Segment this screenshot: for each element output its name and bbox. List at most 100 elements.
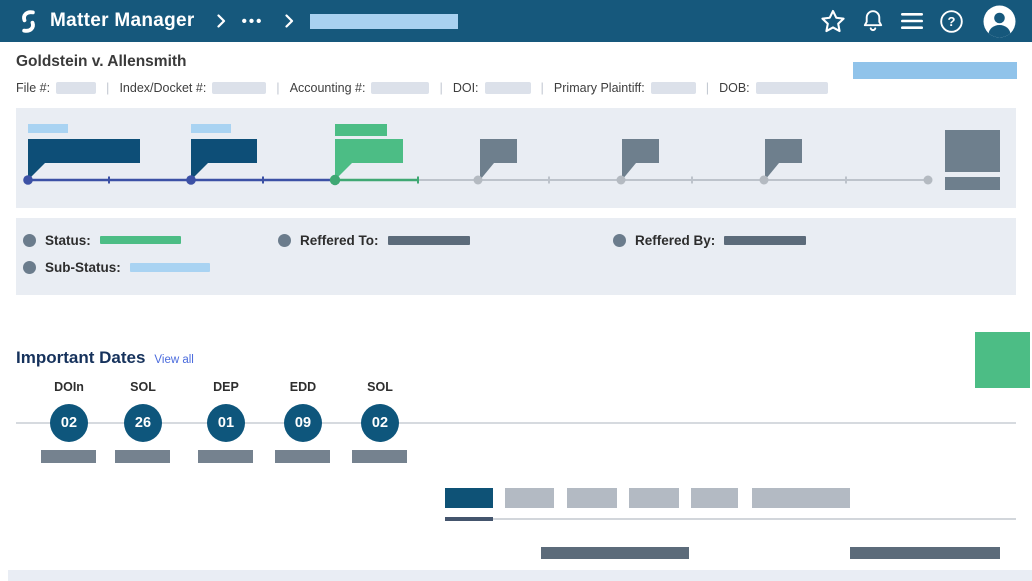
field-separator: | bbox=[541, 80, 544, 95]
field-label-dob: DOB: bbox=[719, 81, 750, 95]
matter-timeline-panel bbox=[16, 108, 1016, 208]
field-separator: | bbox=[439, 80, 442, 95]
timeline-flag-current[interactable] bbox=[335, 124, 403, 180]
breadcrumb-chevron-icon bbox=[217, 14, 226, 28]
legend-value-placeholder bbox=[130, 263, 210, 272]
date-type-label: SOL bbox=[105, 380, 181, 394]
date-type-label: EDD bbox=[265, 380, 341, 394]
breadcrumb-chevron-icon bbox=[285, 14, 294, 28]
date-day-number: 01 bbox=[218, 415, 234, 431]
legend-label: Sub-Status: bbox=[45, 260, 121, 275]
timeline-flag-upcoming-3[interactable] bbox=[765, 139, 802, 180]
view-all-link[interactable]: View all bbox=[154, 354, 193, 366]
field-value-placeholder bbox=[651, 82, 696, 94]
date-day-badge[interactable]: 26 bbox=[124, 404, 162, 442]
field-label-index-docket: Index/Docket #: bbox=[119, 81, 206, 95]
help-icon[interactable]: ? bbox=[939, 9, 964, 34]
timeline-flag-completed-2[interactable] bbox=[191, 124, 257, 180]
user-avatar-icon[interactable] bbox=[983, 5, 1016, 38]
legend-value-placeholder bbox=[388, 236, 470, 245]
timeline-graphic bbox=[16, 108, 1016, 208]
date-detail-placeholder bbox=[41, 450, 96, 463]
timeline-end-marker[interactable] bbox=[945, 130, 1000, 190]
field-value-placeholder bbox=[56, 82, 96, 94]
date-day-badge[interactable]: 09 bbox=[284, 404, 322, 442]
legend-label: Reffered By: bbox=[635, 233, 715, 248]
matter-manager-app: Matter Manager ••• bbox=[0, 0, 1032, 581]
legend-item-reffered-to: Reffered To: bbox=[278, 232, 470, 248]
timeline-node bbox=[23, 175, 33, 185]
field-value-placeholder bbox=[371, 82, 429, 94]
bottom-panel-edge bbox=[8, 570, 1032, 581]
timeline-node bbox=[617, 176, 626, 185]
date-day-badge[interactable]: 01 bbox=[207, 404, 245, 442]
date-day-number: 02 bbox=[61, 415, 77, 431]
timeline-legend-panel: Status: Reffered To: Reffered By: Sub-St… bbox=[16, 218, 1016, 295]
tab[interactable] bbox=[691, 488, 738, 508]
field-separator: | bbox=[706, 80, 709, 95]
field-separator: | bbox=[276, 80, 279, 95]
timeline-node bbox=[330, 175, 340, 185]
top-nav-actions: ? bbox=[820, 5, 1016, 38]
tab[interactable] bbox=[505, 488, 554, 508]
menu-hamburger-icon[interactable] bbox=[900, 11, 924, 31]
field-label-file: File #: bbox=[16, 81, 50, 95]
field-label-doi: DOI: bbox=[453, 81, 479, 95]
timeline-flag-upcoming-2[interactable] bbox=[622, 139, 659, 180]
timeline-node bbox=[924, 176, 933, 185]
timeline-flag-completed-1[interactable] bbox=[28, 124, 140, 180]
legend-item-reffered-by: Reffered By: bbox=[613, 232, 806, 248]
important-dates-title: Important Dates bbox=[16, 348, 145, 368]
date-item: SOL 02 bbox=[342, 380, 418, 466]
field-label-accounting: Accounting #: bbox=[290, 81, 366, 95]
timeline-node bbox=[760, 176, 769, 185]
date-type-label: SOL bbox=[342, 380, 418, 394]
breadcrumb-current-placeholder[interactable] bbox=[310, 14, 458, 29]
content-text-placeholder bbox=[850, 547, 1000, 559]
date-detail-placeholder bbox=[352, 450, 407, 463]
field-value-placeholder bbox=[756, 82, 828, 94]
matter-title: Goldstein v. Allensmith bbox=[16, 53, 187, 71]
date-detail-placeholder bbox=[275, 450, 330, 463]
content-text-placeholder bbox=[541, 547, 689, 559]
legend-value-placeholder bbox=[724, 236, 806, 245]
top-nav-bar: Matter Manager ••• bbox=[0, 0, 1032, 42]
tabs-underline bbox=[445, 518, 1016, 520]
tab-active[interactable] bbox=[445, 488, 493, 508]
tab[interactable] bbox=[567, 488, 617, 508]
important-dates-strip: DOIn 02 SOL 26 DEP 01 EDD 09 bbox=[16, 380, 1016, 466]
tab[interactable] bbox=[752, 488, 850, 508]
matter-fields-row: File #: | Index/Docket #: | Accounting #… bbox=[16, 80, 838, 95]
tab[interactable] bbox=[629, 488, 679, 508]
date-item: DOIn 02 bbox=[31, 380, 107, 466]
date-item: SOL 26 bbox=[105, 380, 181, 466]
app-logo[interactable]: Matter Manager bbox=[16, 9, 195, 34]
date-item: EDD 09 bbox=[265, 380, 341, 466]
date-day-number: 26 bbox=[135, 415, 151, 431]
legend-bullet-icon bbox=[278, 234, 291, 247]
notifications-bell-icon[interactable] bbox=[861, 8, 885, 34]
app-title: Matter Manager bbox=[50, 10, 195, 32]
favorite-star-icon[interactable] bbox=[820, 9, 846, 34]
legend-bullet-icon bbox=[23, 261, 36, 274]
svg-text:?: ? bbox=[948, 14, 956, 29]
date-day-number: 02 bbox=[372, 415, 388, 431]
field-value-placeholder bbox=[212, 82, 266, 94]
tab-active-indicator bbox=[445, 517, 493, 521]
date-day-number: 09 bbox=[295, 415, 311, 431]
breadcrumb-ellipsis[interactable]: ••• bbox=[242, 13, 264, 30]
field-value-placeholder bbox=[485, 82, 531, 94]
matter-action-placeholder[interactable] bbox=[853, 62, 1017, 79]
app-logo-icon bbox=[16, 9, 41, 34]
date-detail-placeholder bbox=[198, 450, 253, 463]
date-day-badge[interactable]: 02 bbox=[361, 404, 399, 442]
legend-item-sub-status: Sub-Status: bbox=[23, 259, 210, 275]
timeline-flag-upcoming-1[interactable] bbox=[480, 139, 517, 180]
timeline-node bbox=[474, 176, 483, 185]
date-day-badge[interactable]: 02 bbox=[50, 404, 88, 442]
legend-bullet-icon bbox=[23, 234, 36, 247]
legend-item-status: Status: bbox=[23, 232, 181, 248]
legend-label: Status: bbox=[45, 233, 91, 248]
legend-bullet-icon bbox=[613, 234, 626, 247]
legend-label: Reffered To: bbox=[300, 233, 379, 248]
